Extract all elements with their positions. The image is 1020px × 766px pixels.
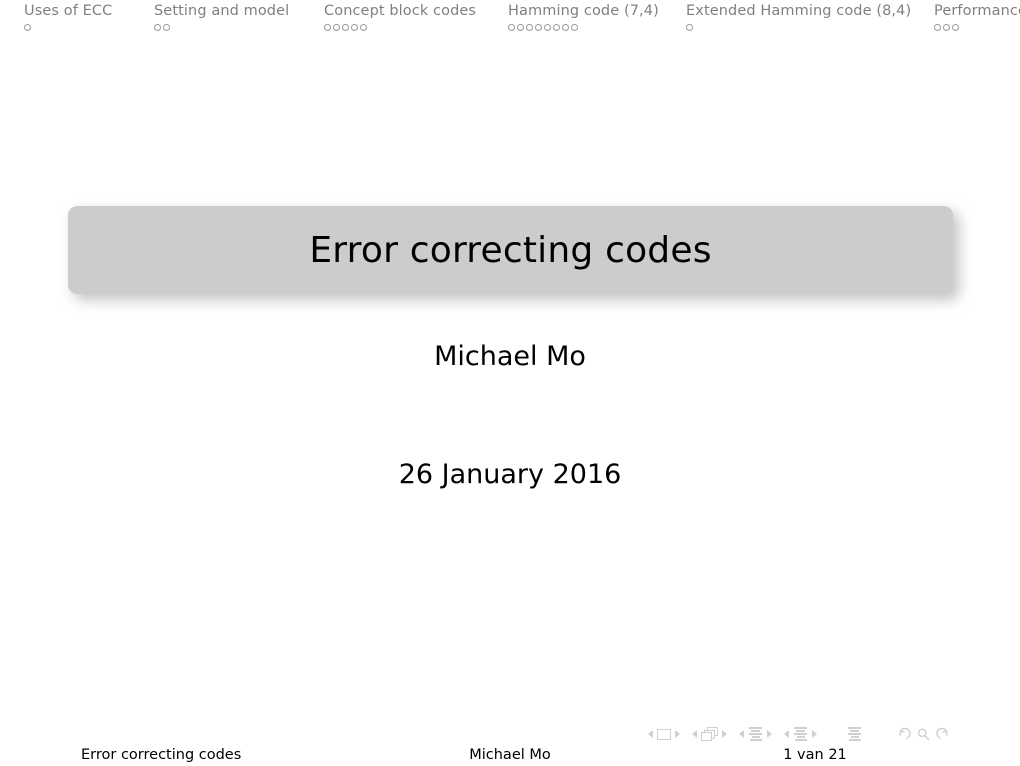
nav-slide-dot[interactable] (163, 24, 170, 31)
beamer-navigation-symbols[interactable] (648, 723, 1018, 745)
nav-slide-dot[interactable] (526, 24, 533, 31)
previous-frame-arrow-icon[interactable] (692, 730, 697, 738)
previous-subsection-arrow-icon[interactable] (739, 730, 744, 738)
nav-section-slide-dots[interactable] (934, 24, 959, 31)
footline-page-number: 1 van 21 (783, 747, 847, 763)
nav-slide-dot[interactable] (154, 24, 161, 31)
nav-section-slide-dots[interactable] (154, 24, 170, 31)
section-navigation-group[interactable] (784, 726, 817, 742)
nav-slide-dot[interactable] (952, 24, 959, 31)
previous-slide-arrow-icon[interactable] (648, 730, 653, 738)
nav-slide-dot[interactable] (553, 24, 560, 31)
subsection-lines-icon[interactable] (748, 726, 763, 742)
presentation-author: Michael Mo (434, 341, 586, 372)
document-navigation-group[interactable] (847, 726, 862, 742)
nav-slide-dot[interactable] (324, 24, 331, 31)
footline-title: Error correcting codes (81, 747, 242, 763)
next-subsection-arrow-icon[interactable] (767, 730, 772, 738)
history-navigation-group[interactable] (896, 727, 951, 742)
section-lines-icon[interactable] (793, 726, 808, 742)
nav-section-slide-dots[interactable] (24, 24, 31, 31)
nav-section-slide-dots[interactable] (324, 24, 367, 31)
go-forward-icon[interactable] (936, 727, 951, 742)
nav-slide-dot[interactable] (333, 24, 340, 31)
go-back-icon[interactable] (896, 727, 911, 742)
next-section-arrow-icon[interactable] (812, 730, 817, 738)
nav-section-slide-dots[interactable] (508, 24, 578, 31)
nav-slide-dot[interactable] (562, 24, 569, 31)
frame-icon[interactable] (657, 728, 671, 740)
title-block-body: Error correcting codes (68, 206, 953, 294)
header-navigation-bar: Uses of ECC Setting and model Concept bloc… (0, 0, 1020, 44)
nav-slide-dot[interactable] (342, 24, 349, 31)
search-icon[interactable] (916, 727, 931, 742)
nav-slide-dot[interactable] (351, 24, 358, 31)
nav-slide-dot[interactable] (571, 24, 578, 31)
nav-slide-dot[interactable] (535, 24, 542, 31)
next-slide-arrow-icon[interactable] (675, 730, 680, 738)
frame-navigation-group[interactable] (692, 727, 727, 741)
document-lines-icon[interactable] (847, 726, 862, 742)
nav-section-5[interactable]: Performance (910, 3, 1020, 31)
nav-section-slide-dots[interactable] (686, 24, 693, 31)
footline: Error correcting codes Michael Mo 1 van … (0, 744, 1020, 766)
slide-navigation-group[interactable] (648, 728, 680, 740)
previous-section-arrow-icon[interactable] (784, 730, 789, 738)
nav-section-label[interactable]: Extended Hamming code (8,4) (686, 3, 911, 20)
nav-slide-dot[interactable] (686, 24, 693, 31)
title-block: Error correcting codes (68, 206, 959, 300)
nav-section-label[interactable]: Concept block codes (324, 3, 476, 20)
nav-slide-dot[interactable] (943, 24, 950, 31)
nav-section-0[interactable]: Uses of ECC (0, 3, 130, 31)
nav-section-label[interactable]: Uses of ECC (24, 3, 112, 20)
presentation-date: 26 January 2016 (398, 459, 622, 490)
nav-section-label[interactable]: Performance (934, 3, 1020, 20)
next-frame-arrow-icon[interactable] (722, 730, 727, 738)
presentation-title: Error correcting codes (309, 229, 712, 271)
subsection-navigation-group[interactable] (739, 726, 772, 742)
stacked-frames-icon[interactable] (701, 727, 718, 741)
nav-section-label[interactable]: Hamming code (7,4) (508, 3, 659, 20)
nav-section-3[interactable]: Hamming code (7,4) (484, 3, 662, 31)
nav-section-4[interactable]: Extended Hamming code (8,4) (662, 3, 911, 31)
nav-slide-dot[interactable] (508, 24, 515, 31)
nav-section-label[interactable]: Setting and model (154, 3, 289, 20)
nav-section-1[interactable]: Setting and model (130, 3, 300, 31)
nav-section-2[interactable]: Concept block codes (300, 3, 484, 31)
nav-slide-dot[interactable] (360, 24, 367, 31)
nav-slide-dot[interactable] (24, 24, 31, 31)
nav-slide-dot[interactable] (517, 24, 524, 31)
nav-slide-dot[interactable] (544, 24, 551, 31)
footline-author: Michael Mo (469, 747, 551, 763)
nav-slide-dot[interactable] (934, 24, 941, 31)
